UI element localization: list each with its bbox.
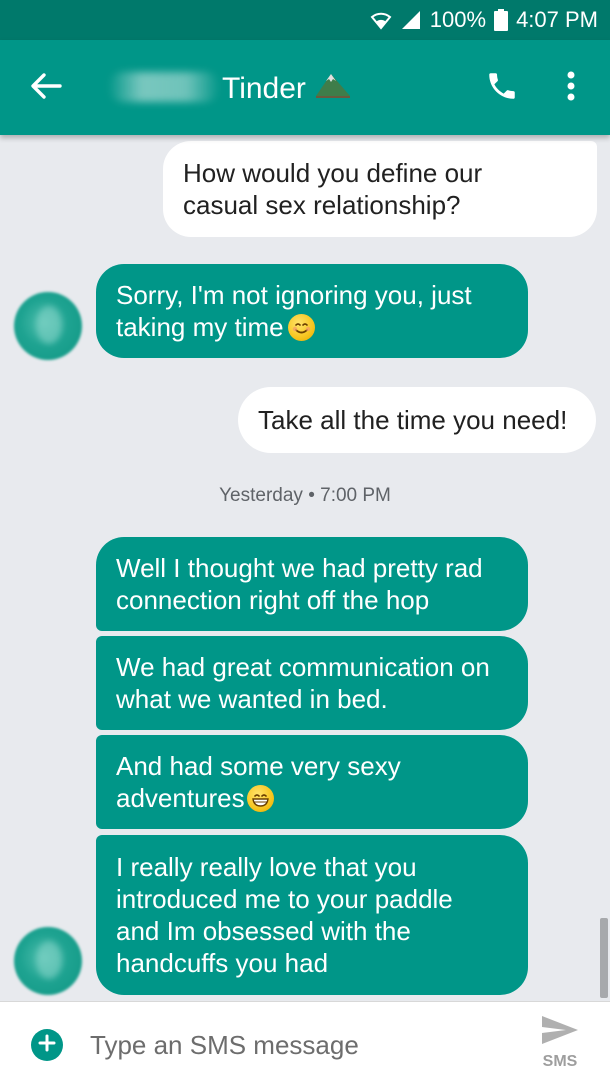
back-arrow-icon	[30, 72, 62, 105]
message-bubble-incoming[interactable]: And had some very sexy adventures	[96, 735, 528, 829]
grinning-face-emoji	[246, 785, 274, 812]
battery-percent: 100%	[429, 7, 487, 32]
message-bubble-outgoing[interactable]: How would you define our casual sex rela…	[163, 141, 597, 237]
contact-name: Tinder	[222, 72, 306, 105]
message-text: We had great communication on what we wa…	[116, 652, 490, 714]
wifi-icon	[370, 10, 392, 30]
conversation-list[interactable]: How would you define our casual sex rela…	[0, 135, 610, 1001]
message-timestamp: Yesterday • 7:00 PM	[219, 485, 391, 506]
mountain-emoji-icon	[314, 70, 352, 108]
more-options-button[interactable]	[556, 68, 586, 108]
message-text: How would you define our casual sex rela…	[183, 158, 483, 220]
send-label: SMS	[542, 1053, 578, 1070]
contact-title[interactable]: Tinder	[222, 70, 352, 108]
send-icon	[540, 1014, 580, 1051]
message-text: Well I thought we had pretty rad connect…	[116, 553, 483, 615]
message-bubble-incoming[interactable]: We had great communication on what we wa…	[96, 636, 528, 730]
message-text-line: Sorry, I'm not ignoring you, just taking…	[116, 279, 508, 343]
add-attachment-button[interactable]	[31, 1029, 63, 1061]
scrollbar[interactable]	[600, 918, 608, 998]
message-text: Take all the time you need!	[258, 405, 568, 435]
contact-name-blurred	[108, 72, 220, 102]
status-time: 4:07 PM	[516, 7, 598, 32]
battery-icon	[494, 9, 509, 31]
message-bubble-outgoing[interactable]: Take all the time you need!	[238, 387, 596, 453]
status-bar: 100% 4:07 PM	[0, 0, 610, 40]
message-input[interactable]	[90, 1024, 510, 1066]
message-bubble-incoming[interactable]: I really really love that you introduced…	[96, 835, 528, 995]
message-bubble-incoming[interactable]: Sorry, I'm not ignoring you, just taking…	[96, 264, 528, 358]
app-bar: Tinder	[0, 40, 610, 135]
back-button[interactable]	[26, 70, 66, 106]
signal-icon	[400, 10, 422, 30]
smiling-face-emoji	[287, 314, 315, 341]
compose-bar: SMS	[0, 1001, 610, 1084]
message-text: I really really love that you introduced…	[116, 852, 453, 978]
contact-avatar[interactable]	[14, 292, 82, 360]
phone-icon	[485, 69, 519, 108]
message-bubble-incoming[interactable]: Well I thought we had pretty rad connect…	[96, 537, 528, 631]
send-button[interactable]: SMS	[534, 1014, 586, 1080]
call-button[interactable]	[482, 68, 522, 108]
message-text-line: And had some very sexy adventures	[116, 750, 508, 814]
contact-avatar[interactable]	[14, 927, 82, 995]
more-vert-icon	[566, 71, 576, 106]
add-icon	[38, 1034, 56, 1057]
